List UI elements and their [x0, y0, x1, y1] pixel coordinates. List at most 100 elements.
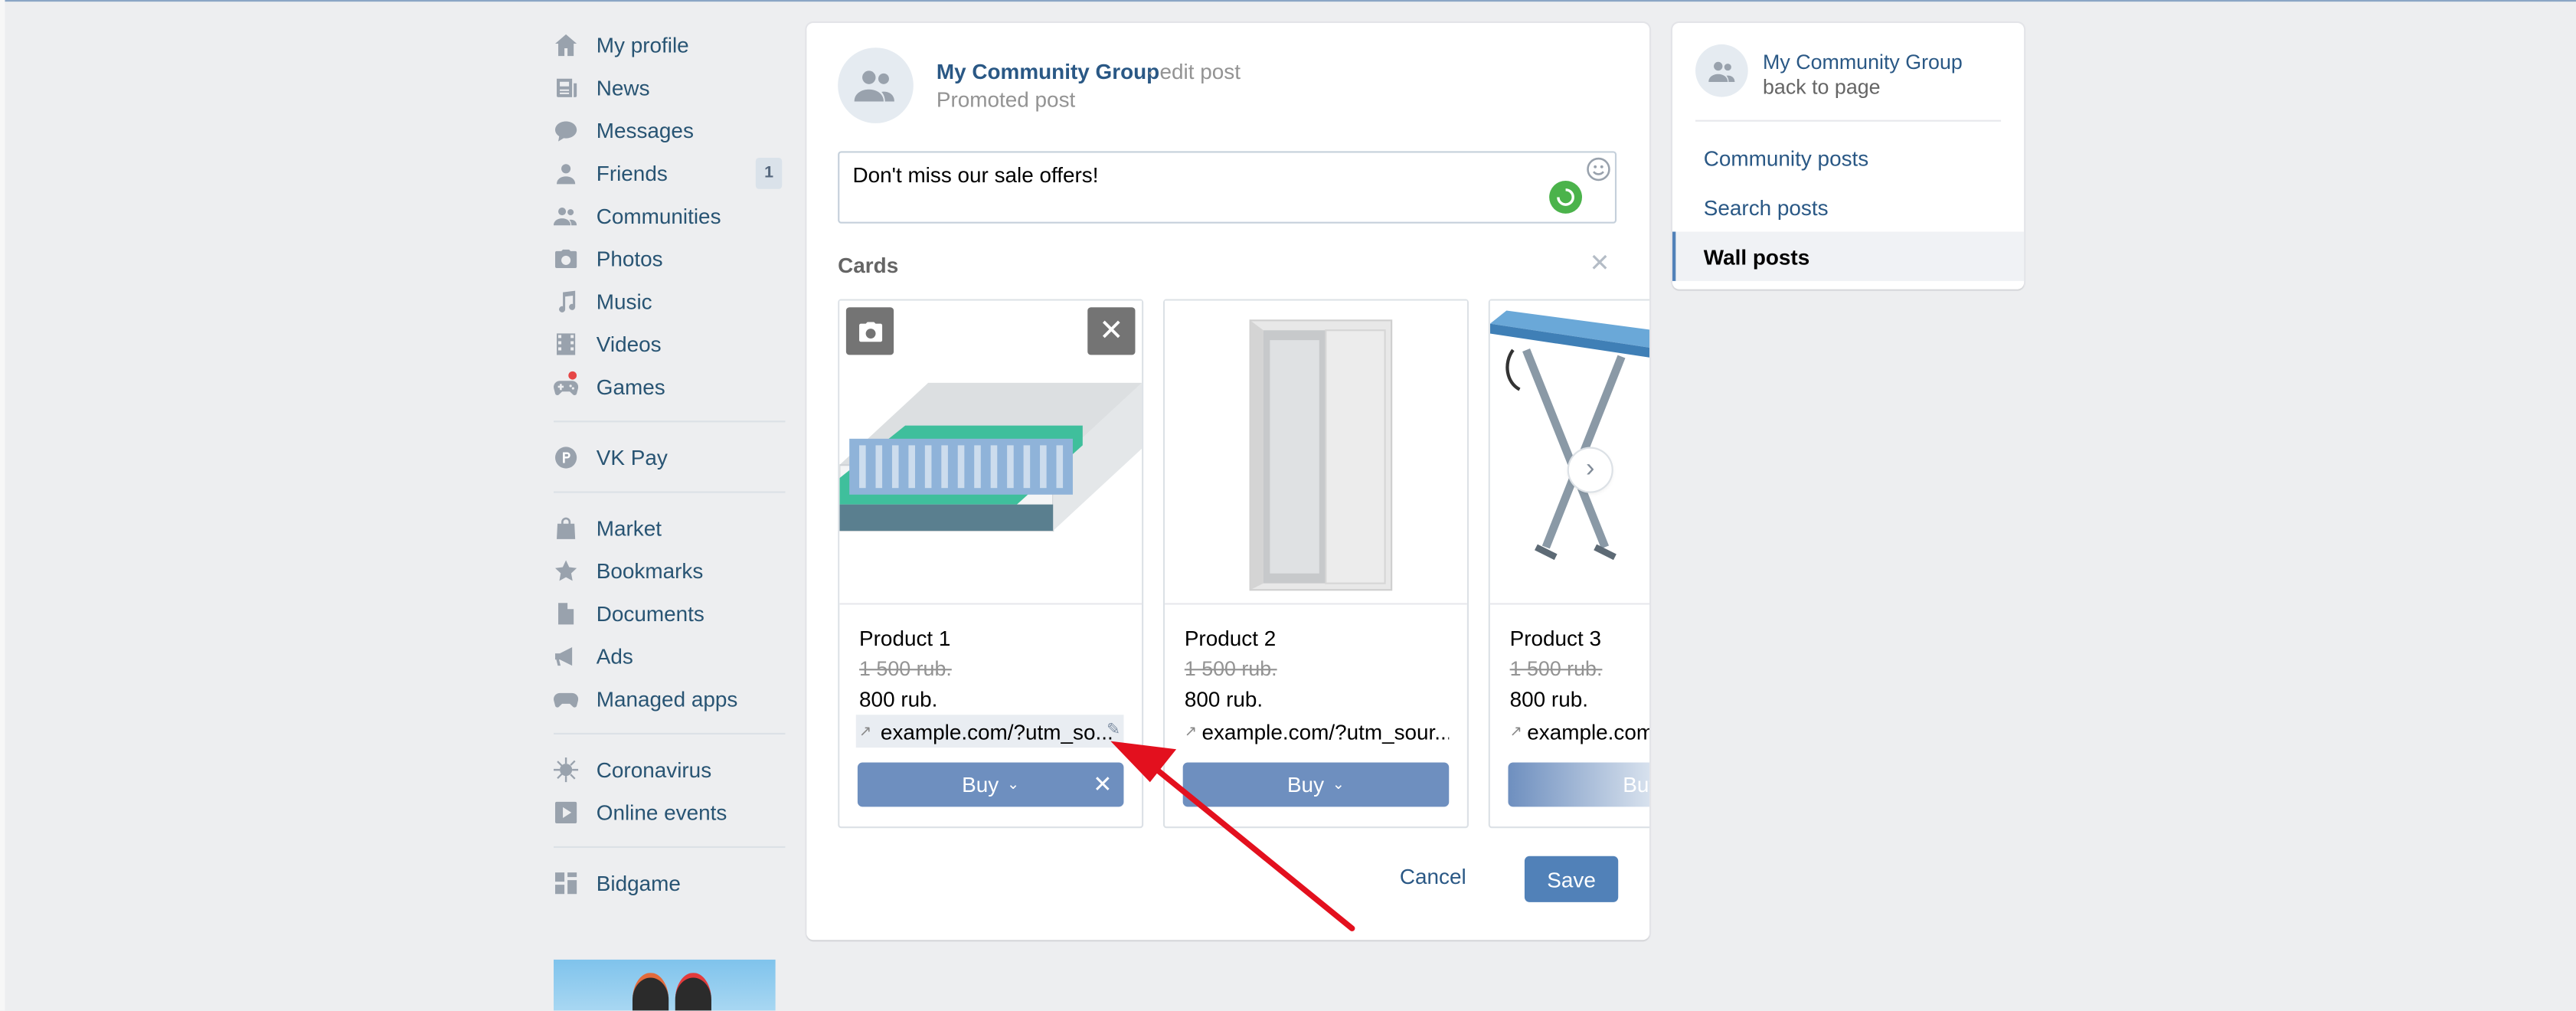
nav-divider: [553, 846, 786, 849]
emoji-icon[interactable]: [1585, 156, 1611, 182]
nav-item-label: Bookmarks: [596, 558, 704, 583]
nav-item-label: News: [596, 74, 650, 100]
nav-item-messages[interactable]: Messages: [547, 109, 785, 152]
remove-button-icon[interactable]: ✕: [1093, 771, 1112, 798]
news-icon: [554, 75, 578, 100]
product-link-field[interactable]: ↗ example.com/?utm_sour...: [1506, 715, 1649, 748]
menu-item-search-posts[interactable]: Search posts: [1672, 182, 2024, 231]
nav-item-label: Games: [596, 374, 665, 399]
right-group-name-link[interactable]: My Community Group: [1763, 51, 1963, 74]
nav-item-bidgame[interactable]: Bidgame: [547, 861, 785, 904]
right-menu-panel: My Community Group back to page Communit…: [1672, 23, 2025, 290]
gamepad-icon: [554, 686, 579, 711]
nav-item-friends[interactable]: Friends 1: [547, 151, 785, 194]
top-border: [0, 0, 2576, 2]
cards-close-icon[interactable]: ✕: [1590, 251, 1610, 276]
nav-item-label: Videos: [596, 331, 662, 356]
friends-counter-badge: 1: [755, 157, 783, 189]
menu-item-wall-posts[interactable]: Wall posts: [1672, 231, 2025, 281]
product-name: Product 2: [1184, 626, 1277, 651]
product-price: 800 rub.: [859, 686, 938, 712]
buy-button[interactable]: Buy: [1508, 762, 1649, 807]
divider: [1695, 119, 2002, 122]
nav-item-label: Online events: [596, 799, 727, 824]
cards-section-title: Cards: [838, 253, 899, 278]
nav-item-news[interactable]: News: [547, 66, 785, 109]
nav-item-label: Photos: [596, 245, 663, 270]
group-avatar[interactable]: [838, 47, 914, 123]
buy-button[interactable]: Buy ⌄: [1182, 762, 1450, 807]
nav-item-label: Documents: [596, 600, 704, 626]
post-text[interactable]: Don't miss our sale offers!: [852, 162, 1098, 187]
nav-item-videos[interactable]: Videos: [547, 322, 785, 365]
change-photo-button[interactable]: [845, 307, 894, 355]
nav-item-online-events[interactable]: Online events: [547, 790, 785, 833]
nav-item-communities[interactable]: Communities: [547, 194, 785, 237]
group-avatar-small[interactable]: [1695, 44, 1748, 97]
virus-icon: [553, 756, 579, 782]
buy-button-label: Buy: [962, 772, 999, 797]
grid-icon: [554, 870, 578, 895]
nav-item-coronavirus[interactable]: Coronavirus: [547, 748, 785, 790]
post-type-label: Promoted post: [936, 87, 1076, 112]
promo-banner[interactable]: [553, 959, 776, 1011]
left-edge: [0, 0, 5, 1011]
nav-item-managed-apps[interactable]: Managed apps: [547, 677, 785, 720]
friends-icon: [554, 160, 578, 185]
nav-item-bookmarks[interactable]: Bookmarks: [547, 549, 785, 592]
star-icon: [554, 558, 578, 582]
product-old-price: 1 500 rub.: [1184, 657, 1277, 681]
nav-item-label: Managed apps: [596, 685, 738, 711]
back-to-page-link[interactable]: back to page: [1763, 76, 1881, 99]
post-text-editor[interactable]: Don't miss our sale offers!: [838, 151, 1617, 224]
nav-item-games[interactable]: Games: [547, 365, 785, 407]
edit-post-panel: My Community Group · edit post Promoted …: [806, 23, 1649, 941]
product-card: Product 2 1 500 rub. 800 rub. ↗ example.…: [1162, 299, 1469, 829]
nav-item-market[interactable]: Market: [547, 506, 785, 549]
link-arrow-icon: ↗: [1509, 721, 1522, 739]
cancel-button[interactable]: Cancel: [1400, 864, 1466, 888]
nav-item-vk-pay[interactable]: VK Pay: [547, 436, 785, 479]
camera-icon: [554, 246, 578, 270]
nav-item-label: Bidgame: [596, 869, 681, 895]
product-link-text: example.com/?utm_so...: [880, 718, 1113, 744]
nav-item-label: My profile: [596, 31, 689, 57]
nav-item-my-profile[interactable]: My profile: [547, 23, 785, 66]
vkpay-icon: [554, 444, 578, 469]
product-link-text: example.com/?utm_sour...: [1527, 718, 1649, 744]
chevron-right-icon: ›: [1586, 455, 1595, 483]
link-arrow-icon: ↗: [1184, 721, 1198, 739]
chevron-down-icon: ⌄: [1006, 775, 1020, 793]
product-price: 800 rub.: [1184, 686, 1263, 712]
nav-item-label: Messages: [596, 117, 694, 142]
product-card: ✕ Product 1 1 500 rub. 800 rub. ↗ exampl…: [838, 299, 1144, 829]
megaphone-icon: [554, 643, 578, 668]
nav-item-ads[interactable]: Ads: [547, 634, 785, 677]
edit-post-label: · edit post: [1146, 59, 1241, 84]
promo-figure: [632, 973, 669, 1011]
music-icon: [554, 289, 578, 313]
nav-item-label: Coronavirus: [596, 756, 712, 782]
buy-button[interactable]: Buy ⌄ ✕: [857, 762, 1124, 807]
product-image-mattress: ✕: [839, 300, 1143, 605]
film-icon: [554, 331, 578, 355]
cards-carousel: ✕ Product 1 1 500 rub. 800 rub. ↗ exampl…: [838, 299, 1649, 831]
save-button[interactable]: Save: [1524, 856, 1619, 902]
buy-button-label: Buy: [1623, 772, 1649, 797]
home-icon: [554, 32, 578, 57]
nav-divider: [553, 491, 786, 493]
remove-card-button[interactable]: ✕: [1087, 307, 1136, 355]
pencil-icon[interactable]: ✎: [1107, 721, 1120, 740]
product-link-field[interactable]: ↗ example.com/?utm_so... ✎: [855, 715, 1124, 748]
nav-item-music[interactable]: Music: [547, 280, 785, 322]
carousel-next-button[interactable]: ›: [1568, 448, 1612, 492]
nav-item-photos[interactable]: Photos: [547, 237, 785, 280]
product-link-field[interactable]: ↗ example.com/?utm_sour...: [1182, 715, 1449, 748]
camera-icon: [858, 321, 882, 342]
nav-item-documents[interactable]: Documents: [547, 591, 785, 634]
nav-item-label: VK Pay: [596, 444, 668, 470]
product-image-wardrobe: [1165, 300, 1467, 605]
menu-item-community-posts[interactable]: Community posts: [1672, 133, 2024, 182]
grammar-check-icon[interactable]: [1549, 180, 1583, 214]
group-name-link[interactable]: My Community Group: [937, 59, 1159, 83]
